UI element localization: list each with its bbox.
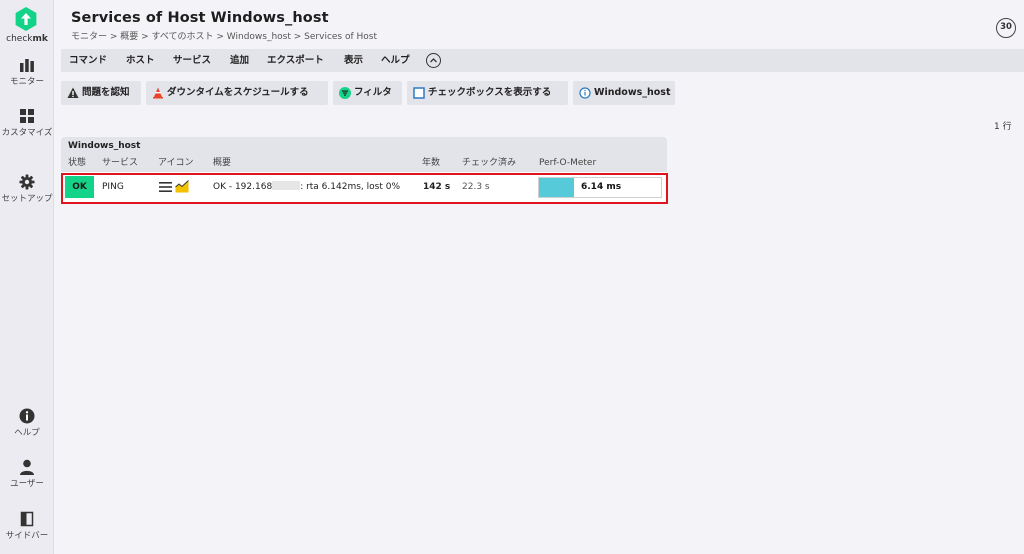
chevron-up-icon bbox=[430, 58, 437, 63]
page-title: Services of Host Windows_host bbox=[71, 10, 329, 26]
row-count: 1 行 bbox=[994, 122, 1012, 132]
column-header-state[interactable]: 状態 bbox=[68, 155, 86, 172]
menu-commands[interactable]: コマンド bbox=[69, 49, 107, 72]
sidebar-item-label: サイドバー bbox=[5, 531, 49, 541]
services-table: Windows_host 状態 サービス アイコン 概要 年数 チェック済み P… bbox=[61, 137, 667, 203]
warning-icon bbox=[67, 87, 79, 98]
service-summary: OK - 192.168 : rta 6.142ms, lost 0% bbox=[213, 172, 400, 203]
gear-icon bbox=[19, 174, 35, 190]
menu-host[interactable]: ホスト bbox=[126, 49, 155, 72]
schedule-downtime-button[interactable]: ダウンタイムをスケジュールする bbox=[146, 81, 328, 105]
filter-button[interactable]: フィルタ bbox=[333, 81, 402, 105]
menu-help[interactable]: ヘルプ bbox=[381, 49, 410, 72]
bar-chart-icon bbox=[20, 59, 34, 72]
sidebar-item-help[interactable]: ヘルプ bbox=[0, 408, 54, 439]
collapse-menu-button[interactable] bbox=[426, 53, 441, 68]
perf-o-meter-label: 6.14 ms bbox=[581, 182, 622, 192]
sidebar-item-customize[interactable]: カスタマイズ bbox=[0, 108, 54, 139]
host-link-label: Windows_host bbox=[594, 87, 671, 98]
table-header: 状態 サービス アイコン 概要 年数 チェック済み Perf-O-Meter bbox=[61, 155, 667, 172]
column-header-icons[interactable]: アイコン bbox=[158, 155, 194, 172]
sidebar-item-label: ヘルプ bbox=[14, 428, 40, 438]
show-checkboxes-button[interactable]: チェックボックスを表示する bbox=[407, 81, 568, 105]
sidebar-item-setup[interactable]: セットアップ bbox=[0, 174, 54, 205]
menu-icon[interactable] bbox=[159, 181, 172, 193]
last-check: 22.3 s bbox=[462, 182, 490, 192]
column-header-summary[interactable]: 概要 bbox=[213, 155, 231, 172]
menu-add[interactable]: 追加 bbox=[230, 49, 249, 72]
host-link-button[interactable]: Windows_host bbox=[573, 81, 675, 105]
perf-o-meter-bar bbox=[539, 178, 575, 197]
table-group-title: Windows_host bbox=[61, 137, 667, 155]
column-header-service[interactable]: サービス bbox=[102, 155, 138, 172]
service-age: 142 s bbox=[423, 182, 451, 192]
user-icon bbox=[20, 459, 34, 475]
menu-service[interactable]: サービス bbox=[173, 49, 211, 72]
redacted-ip bbox=[272, 181, 301, 190]
traffic-cone-icon bbox=[153, 87, 163, 99]
sidebar-item-label: セットアップ bbox=[1, 194, 53, 204]
show-checkboxes-label: チェックボックスを表示する bbox=[428, 87, 552, 98]
summary-suffix: : rta 6.142ms, lost 0% bbox=[300, 182, 400, 192]
table-row: OK PING OK - 192.168 : rta 6.142ms, lost … bbox=[61, 172, 667, 203]
info-icon bbox=[19, 408, 35, 424]
checkbox-icon bbox=[413, 87, 425, 99]
service-name[interactable]: PING bbox=[102, 172, 124, 203]
sidebar-icon bbox=[20, 511, 34, 527]
refresh-countdown[interactable]: 30 bbox=[996, 18, 1016, 38]
graph-icon[interactable] bbox=[175, 180, 189, 193]
grid-icon bbox=[20, 109, 34, 123]
sidebar-item-user[interactable]: ユーザー bbox=[0, 459, 54, 490]
summary-prefix: OK - 192.168 bbox=[213, 182, 273, 192]
acknowledge-label: 問題を認知 bbox=[82, 87, 130, 98]
menu-export[interactable]: エクスポート bbox=[267, 49, 324, 72]
filter-label: フィルタ bbox=[354, 87, 392, 98]
column-header-checked[interactable]: チェック済み bbox=[462, 155, 516, 172]
host-info-icon bbox=[579, 87, 591, 99]
menubar: コマンド ホスト サービス 追加 エクスポート 表示 ヘルプ bbox=[61, 49, 1024, 72]
sidebar-item-monitor[interactable]: モニター bbox=[0, 57, 54, 88]
schedule-downtime-label: ダウンタイムをスケジュールする bbox=[167, 87, 309, 98]
perf-o-meter[interactable]: 6.14 ms bbox=[538, 177, 662, 198]
column-header-perf-o-meter[interactable]: Perf-O-Meter bbox=[539, 155, 596, 172]
breadcrumb[interactable]: モニター > 概要 > すべてのホスト > Windows_host > Ser… bbox=[71, 29, 377, 42]
acknowledge-button[interactable]: 問題を認知 bbox=[61, 81, 141, 105]
sidebar-item-label: ユーザー bbox=[10, 479, 44, 489]
filter-icon bbox=[339, 87, 351, 99]
sidebar: checkmk モニター カスタマイズ セットアップ ヘルプ ユーザー サイドバ… bbox=[0, 0, 54, 554]
menu-display[interactable]: 表示 bbox=[344, 49, 363, 72]
column-header-age[interactable]: 年数 bbox=[422, 155, 440, 172]
sidebar-item-sidebar[interactable]: サイドバー bbox=[0, 511, 54, 542]
brand-name: checkmk bbox=[6, 34, 48, 44]
sidebar-item-label: カスタマイズ bbox=[1, 128, 53, 138]
checkmk-logo-icon[interactable] bbox=[13, 6, 39, 32]
status-badge: OK bbox=[65, 176, 94, 198]
sidebar-item-label: モニター bbox=[9, 77, 44, 87]
